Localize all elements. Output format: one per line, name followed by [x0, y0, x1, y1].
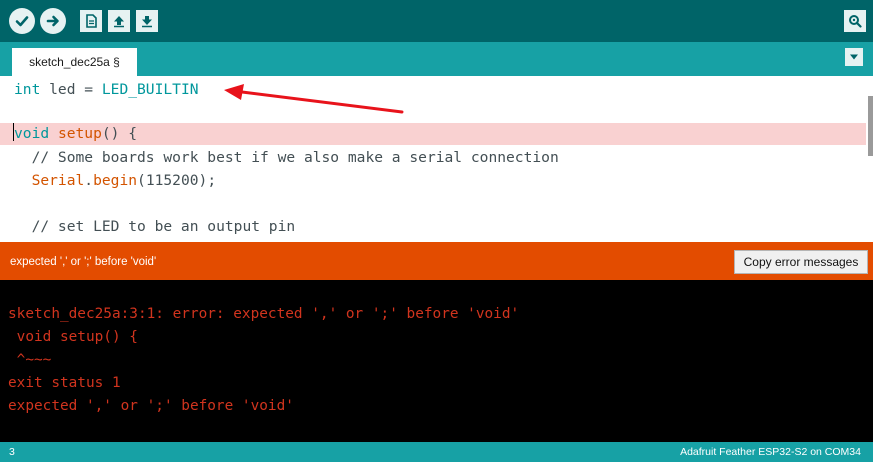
- open-icon: [114, 16, 124, 28]
- code-line-7: // set LED to be an output pin: [0, 216, 866, 238]
- code-line-5: Serial.begin(115200);: [0, 170, 866, 192]
- chevron-down-icon: [850, 54, 858, 60]
- keyword-type: int: [14, 81, 41, 98]
- copy-error-messages-button[interactable]: Copy error messages: [734, 250, 868, 274]
- console-line: void setup() {: [8, 329, 138, 345]
- tab-bar: sketch_dec25a §: [0, 42, 873, 76]
- code-line-1: int led = LED_BUILTIN: [0, 79, 866, 101]
- line-number: 3: [9, 446, 15, 458]
- code-text: () {: [101, 125, 138, 142]
- bottom-status-bar: 3 Adafruit Feather ESP32-S2 on COM34: [0, 442, 873, 462]
- code-editor[interactable]: int led = LED_BUILTIN void setup() { // …: [0, 76, 873, 242]
- code-text: led =: [40, 81, 102, 98]
- console-output[interactable]: sketch_dec25a:3:1: error: expected ',' o…: [0, 280, 873, 442]
- code-text: (115200);: [137, 172, 217, 189]
- tab-label: sketch_dec25a §: [29, 55, 120, 69]
- board-info: Adafruit Feather ESP32-S2 on COM34: [680, 446, 861, 458]
- tab-menu-button[interactable]: [845, 48, 863, 66]
- upload-icon: [46, 15, 59, 27]
- error-status-bar: expected ',' or ';' before 'void' Copy e…: [0, 242, 873, 280]
- console-scrollbar[interactable]: [867, 280, 873, 442]
- upload-button[interactable]: [40, 8, 66, 34]
- scrollbar-thumb[interactable]: [868, 96, 873, 156]
- toolbar: [0, 0, 873, 42]
- console-line: ^~~~: [8, 352, 52, 368]
- keyword-void: void: [14, 125, 50, 142]
- dot: .: [84, 172, 94, 189]
- editor-scrollbar[interactable]: [867, 76, 873, 242]
- new-button[interactable]: [80, 10, 102, 32]
- verify-button[interactable]: [9, 8, 35, 34]
- text-caret: [13, 123, 14, 141]
- new-icon: [86, 14, 97, 28]
- serial-object: Serial: [31, 172, 85, 189]
- function-name: begin: [93, 172, 138, 189]
- verify-icon: [15, 16, 29, 27]
- open-button[interactable]: [108, 10, 130, 32]
- tab-sketch[interactable]: sketch_dec25a §: [12, 48, 137, 76]
- serial-monitor-button[interactable]: [844, 10, 866, 32]
- save-icon: [142, 16, 152, 28]
- console-line: expected ',' or ';' before 'void': [8, 398, 294, 414]
- code-comment: // Some boards work best if we also make…: [14, 149, 559, 166]
- console-line: sketch_dec25a:3:1: error: expected ',' o…: [8, 306, 520, 322]
- serial-monitor-icon: [849, 15, 862, 28]
- error-message: expected ',' or ';' before 'void': [10, 256, 157, 268]
- save-button[interactable]: [136, 10, 158, 32]
- code-comment: // set LED to be an output pin: [14, 218, 296, 235]
- code-line-3-error-highlight: void setup() {: [0, 123, 866, 145]
- annotation-arrow: [224, 84, 404, 114]
- function-name: setup: [57, 125, 102, 142]
- constant-led-builtin: LED_BUILTIN: [101, 81, 199, 98]
- code-line-4: // Some boards work best if we also make…: [0, 147, 866, 169]
- console-line: exit status 1: [8, 375, 121, 391]
